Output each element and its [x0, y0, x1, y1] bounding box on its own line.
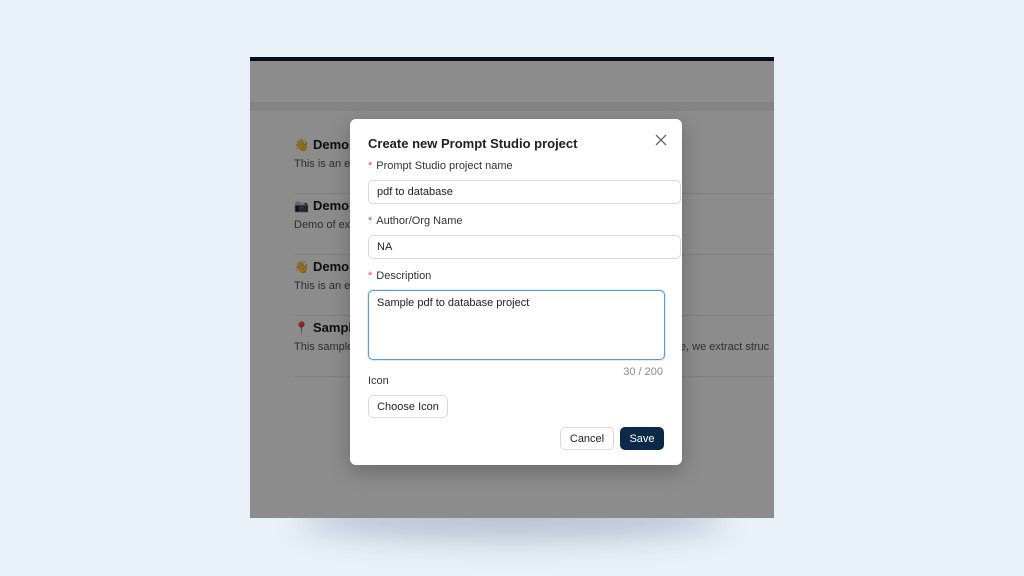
close-button[interactable] [652, 131, 670, 149]
description-textarea[interactable]: Sample pdf to database project [368, 290, 665, 360]
modal-title: Create new Prompt Studio project [368, 136, 578, 151]
required-marker: * [368, 215, 373, 227]
author-input[interactable] [368, 235, 681, 259]
project-name-label: * Prompt Studio project name [368, 160, 513, 172]
icon-label: Icon [368, 375, 389, 387]
save-button[interactable]: Save [620, 427, 664, 450]
character-count: 30 / 200 [623, 366, 663, 378]
cancel-button[interactable]: Cancel [560, 427, 614, 450]
description-label: * Description [368, 270, 432, 282]
required-marker: * [368, 270, 373, 282]
project-name-input[interactable] [368, 180, 681, 204]
close-icon [655, 134, 667, 146]
create-project-modal: Create new Prompt Studio project * Prompt… [350, 119, 682, 465]
required-marker: * [368, 160, 373, 172]
choose-icon-button[interactable]: Choose Icon [368, 395, 448, 418]
author-label: * Author/Org Name [368, 215, 463, 227]
